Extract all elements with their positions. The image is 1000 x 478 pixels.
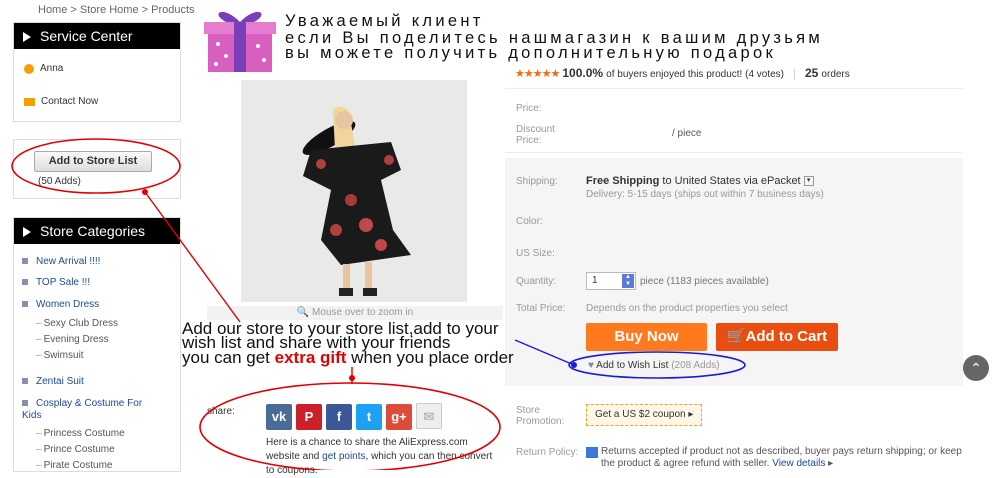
magnifier-icon: 🔍 <box>296 307 310 318</box>
share-text: Here is a chance to share the AliExpress… <box>266 437 493 476</box>
agent-row[interactable]: Anna <box>24 63 63 74</box>
rating-percent: 100.0% <box>562 66 604 80</box>
add-to-wishlist-link[interactable]: ♥ Add to Wish List (208 Adds) <box>588 360 720 371</box>
facebook-icon[interactable]: f <box>326 404 352 430</box>
shipping-info: Free Shipping to United States via ePack… <box>586 175 814 187</box>
share-icons: vk Pf t g+ ✉ <box>266 403 446 430</box>
price-area <box>505 88 963 153</box>
color-label: Color: <box>516 216 543 227</box>
zoom-hint: 🔍 Mouse over to zoom in <box>207 306 503 320</box>
agent-name: Anna <box>40 63 64 74</box>
delivery-info: Delivery: 5-15 days (ships out within 7 … <box>586 189 824 200</box>
annotation-line-3: you can get extra gift when you place or… <box>182 348 514 367</box>
total-price-value: Depends on the product properties you se… <box>586 303 788 314</box>
per-piece: / piece <box>672 128 702 139</box>
breadcrumb-products[interactable]: Products <box>151 4 194 16</box>
category-item[interactable]: Women Dress <box>22 299 99 310</box>
quantity-input[interactable]: 1 ▲ ▼ <box>586 272 636 290</box>
quantity-stepper[interactable]: ▲ ▼ <box>622 274 634 288</box>
add-to-store-list-button[interactable]: Add to Store List <box>34 151 152 172</box>
category-item[interactable]: Cosplay & Costume For Kids <box>22 398 152 422</box>
category-item[interactable]: TOP Sale !!! <box>22 277 90 288</box>
orders-label: orders <box>821 69 850 80</box>
store-adds-count: (50 Adds) <box>38 176 81 187</box>
category-subitem[interactable]: – Prince Costume <box>36 444 115 455</box>
category-subitem[interactable]: – Sexy Club Dress <box>36 318 118 329</box>
price-label: Price: <box>516 103 542 114</box>
coupon-button[interactable]: Get a US $2 coupon ▸ <box>586 404 703 426</box>
product-image[interactable] <box>241 80 467 302</box>
category-subitem[interactable]: – Princess Costume <box>36 428 125 439</box>
category-item[interactable]: New Arrival !!!! <box>22 256 100 267</box>
size-label: US Size: <box>516 248 555 259</box>
gift-box-icon <box>202 0 280 79</box>
cart-icon: 🛒 <box>726 328 746 345</box>
banner-line-3: вы можете получить дополнительную подаро… <box>285 44 777 62</box>
store-categories-title: Store Categories <box>14 218 180 244</box>
service-center-panel: Service Center Anna Contact Now <box>13 22 181 122</box>
heart-icon: ♥ <box>588 360 594 371</box>
breadcrumb: Home > Store Home > Products <box>38 4 195 16</box>
store-promotion-label: Store Promotion: <box>516 405 565 427</box>
get-points-link[interactable]: get points <box>322 451 365 462</box>
breadcrumb-home[interactable]: Home <box>38 4 67 16</box>
orders-count: 25 <box>805 66 819 80</box>
vk-icon[interactable]: vk <box>266 404 292 430</box>
add-to-cart-button[interactable]: 🛒Add to Cart <box>716 323 838 351</box>
agent-status-icon <box>24 63 34 74</box>
return-policy-text: Returns accepted if product not as descr… <box>601 446 962 469</box>
breadcrumb-store-home[interactable]: Store Home <box>80 4 139 16</box>
share-label: share: <box>207 406 235 417</box>
twitter-icon[interactable]: t <box>356 404 382 430</box>
contact-now-link[interactable]: Contact Now <box>24 96 98 107</box>
mail-icon <box>24 97 35 106</box>
total-price-label: Total Price: <box>516 303 566 314</box>
shipping-dropdown-icon[interactable]: ▾ <box>803 176 814 187</box>
rating-row: ★★★★★ 100.0% of buyers enjoyed this prod… <box>515 66 850 80</box>
buy-now-button[interactable]: Buy Now <box>586 323 707 351</box>
view-details-link[interactable]: View details <box>772 458 825 469</box>
category-subitem[interactable]: – Swimsuit <box>36 350 84 361</box>
chevron-up-icon: ⌃ <box>970 360 982 376</box>
return-policy-label: Return Policy: <box>516 447 579 458</box>
return-policy-icon <box>586 447 598 458</box>
category-subitem[interactable]: – Evening Dress <box>36 334 109 345</box>
quantity-available: piece (1183 pieces available) <box>640 276 769 287</box>
googleplus-icon[interactable]: g+ <box>386 404 412 430</box>
pinterest-icon[interactable]: P <box>296 404 322 430</box>
category-item[interactable]: Zentai Suit <box>22 376 84 387</box>
rating-stars: ★★★★★ <box>515 68 560 80</box>
scroll-to-top-button[interactable]: ⌃ <box>963 355 989 381</box>
service-center-title: Service Center <box>14 23 180 49</box>
rating-text: of buyers enjoyed this product! (4 votes… <box>606 69 785 80</box>
discount-price-label: Discount Price: <box>516 124 555 146</box>
category-subitem[interactable]: – Pirate Costume <box>36 460 112 471</box>
email-icon[interactable]: ✉ <box>416 403 442 429</box>
shipping-label: Shipping: <box>516 176 558 187</box>
quantity-label: Quantity: <box>516 276 557 287</box>
